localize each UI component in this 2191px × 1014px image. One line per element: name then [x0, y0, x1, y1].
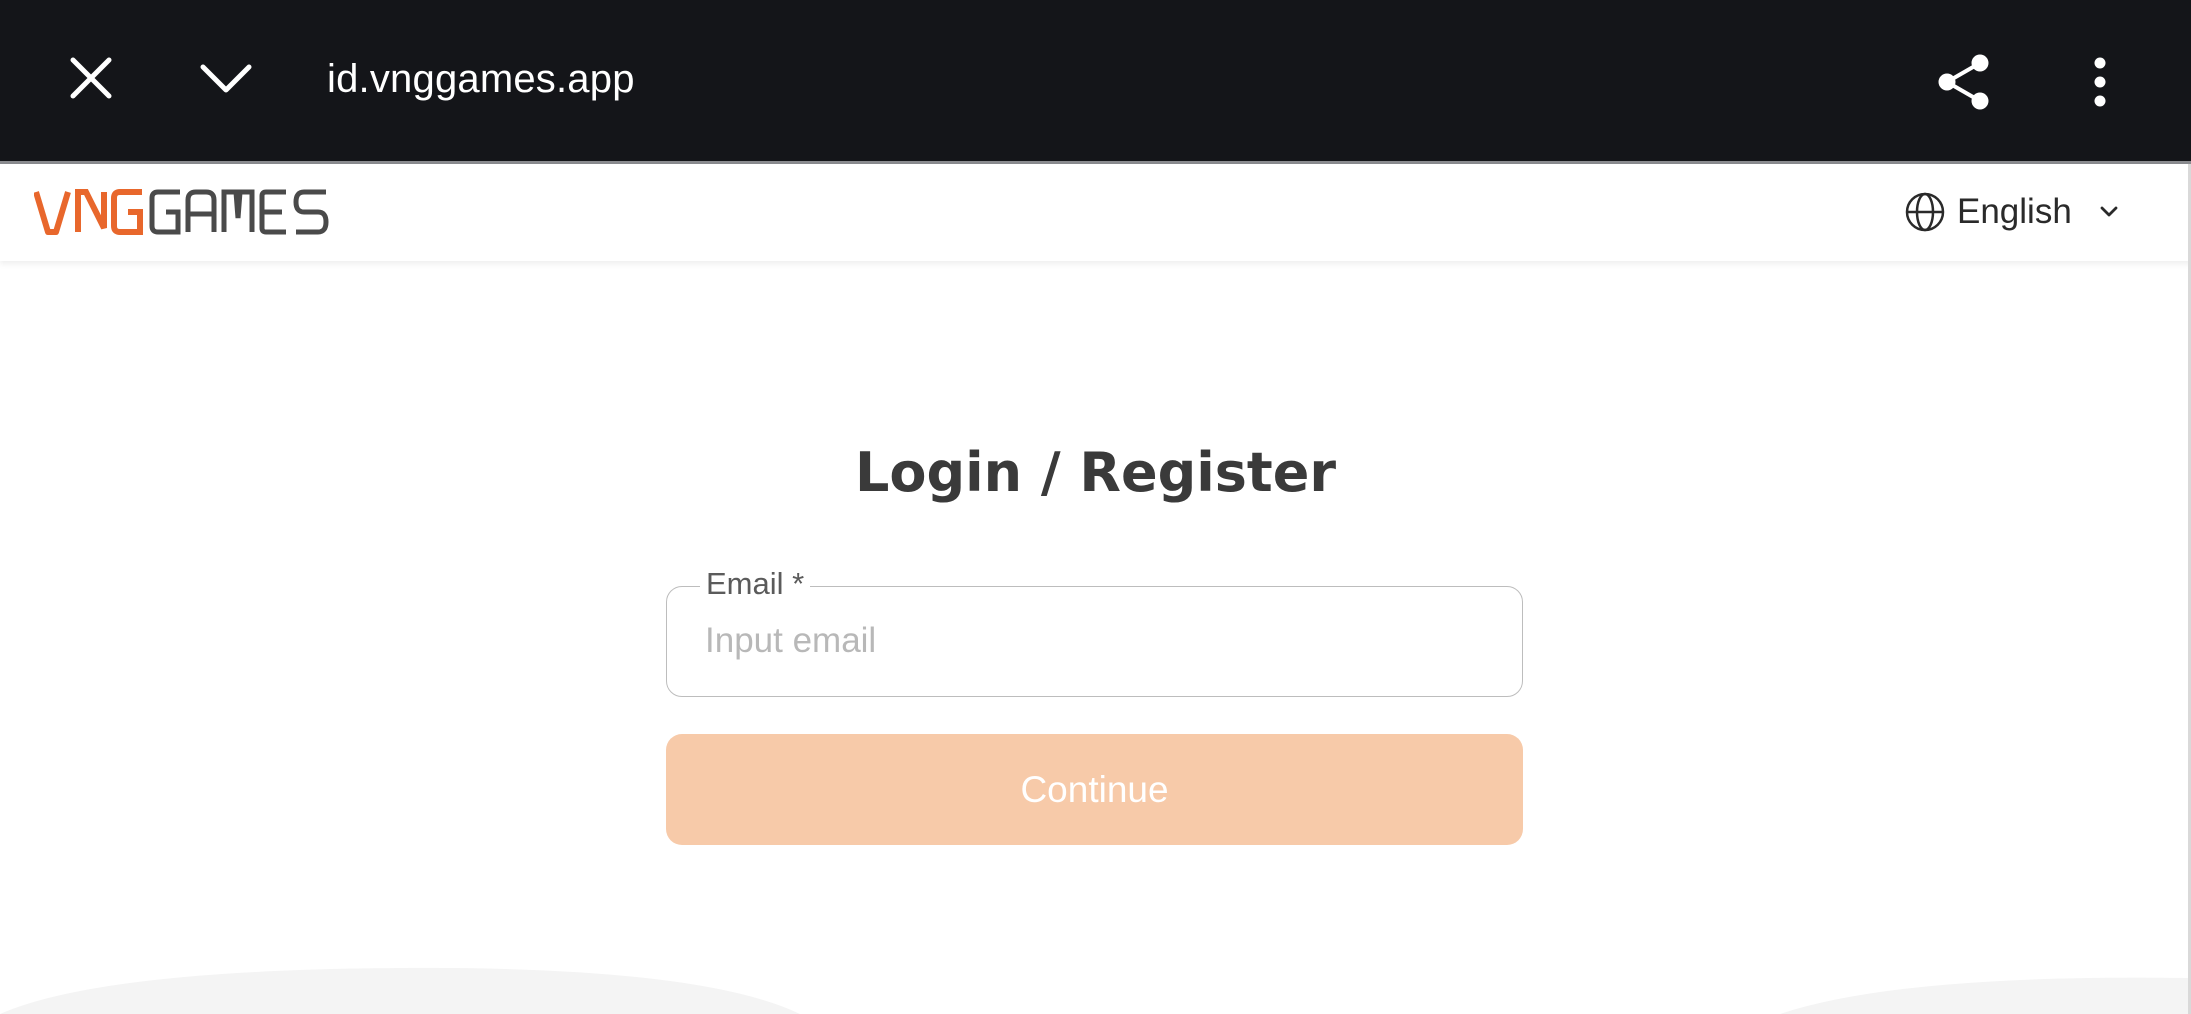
page-title: Login / Register	[854, 441, 1337, 504]
chevron-down-icon	[2100, 206, 2118, 217]
close-icon	[70, 57, 112, 99]
more-vertical-icon	[2094, 57, 2106, 107]
more-options-button[interactable]	[2080, 42, 2120, 122]
globe-icon	[1905, 192, 1945, 232]
share-icon	[1938, 54, 1989, 110]
email-input[interactable]	[705, 609, 1485, 673]
vnggames-logo[interactable]	[34, 188, 330, 236]
site-header: English	[0, 164, 2191, 261]
language-label: English	[1957, 192, 2072, 231]
email-label: Email *	[700, 565, 811, 603]
browser-top-bar: id.vnggames.app	[0, 0, 2191, 161]
chevron-down-icon	[200, 64, 252, 93]
language-selector[interactable]: English	[1905, 184, 2118, 240]
minimize-button[interactable]	[190, 42, 262, 114]
share-button[interactable]	[1928, 42, 2000, 122]
close-button[interactable]	[55, 42, 127, 114]
url-text[interactable]: id.vnggames.app	[327, 54, 635, 104]
background-wave	[0, 967, 2188, 1014]
continue-button[interactable]: Continue	[666, 734, 1523, 845]
